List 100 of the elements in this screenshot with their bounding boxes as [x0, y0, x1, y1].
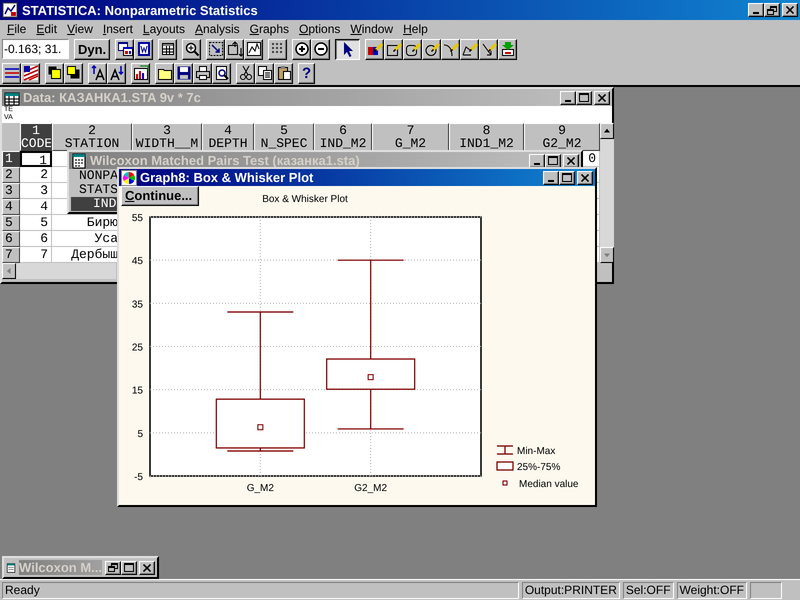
help-button[interactable]: ?: [298, 62, 316, 84]
curve-pencil-icon: [442, 41, 459, 57]
maximize-icon: [548, 156, 558, 165]
column-header[interactable]: 4 DEPTH: [202, 123, 254, 151]
document-icon: [136, 41, 152, 57]
table-cell: 4: [20, 199, 52, 215]
restore-icon: [767, 6, 777, 14]
menu-item[interactable]: Window: [345, 22, 398, 36]
column-header[interactable]: 2 STATION: [52, 123, 132, 151]
vertical-scrollbar[interactable]: [600, 123, 614, 263]
status-text: Weight:OFF: [676, 582, 747, 598]
close-icon: [143, 564, 151, 572]
row-header[interactable]: 4: [2, 199, 20, 215]
download-box-icon: [500, 41, 516, 57]
max-button[interactable]: [121, 560, 137, 574]
row-header[interactable]: 5: [2, 215, 20, 231]
minimize-icon: [565, 100, 571, 102]
coordinates-field[interactable]: -0.163; 31.: [2, 39, 69, 59]
chart-icon: [132, 65, 148, 81]
column-header[interactable]: 6 IND_M2: [314, 123, 372, 151]
scroll-left-button[interactable]: [2, 263, 16, 279]
close-button[interactable]: [577, 170, 593, 184]
maximize-icon: [124, 563, 134, 572]
median-marker: [368, 374, 374, 380]
column-header[interactable]: 3 WIDTH__M: [132, 123, 202, 151]
close-icon: [567, 156, 575, 164]
copy-icon: [256, 65, 272, 81]
status-text: Output:PRINTER: [522, 582, 620, 598]
menu-item[interactable]: File: [2, 22, 32, 36]
row-header[interactable]: 2: [2, 167, 20, 183]
median-marker: [257, 424, 264, 430]
column-header[interactable]: 9 G2_M2: [524, 123, 600, 151]
row-header[interactable]: 1: [2, 151, 20, 167]
maximize-icon: [562, 173, 572, 182]
label-pencil-icon: [366, 41, 383, 57]
list-item[interactable]: IND: [71, 197, 118, 211]
row-header[interactable]: 6: [2, 231, 20, 247]
close-button[interactable]: [139, 560, 155, 574]
category-label: G2_M2: [354, 483, 388, 494]
column-header[interactable]: 5 N_SPEC: [254, 123, 314, 151]
list-item[interactable]: NONPA: [71, 169, 118, 183]
scroll-up-button[interactable]: [600, 123, 614, 139]
restore-button[interactable]: [764, 3, 780, 17]
printer-icon: [194, 65, 210, 81]
save-icon: [176, 65, 192, 81]
min-button[interactable]: [543, 170, 559, 184]
toolbar-button[interactable]: Dyn.: [74, 38, 110, 60]
menu-item[interactable]: Analysis: [190, 22, 245, 36]
legend-label: Median value: [519, 479, 578, 490]
legend-label: Min-Max: [517, 446, 556, 457]
maximize-icon: [579, 93, 589, 102]
legend-label: 25%-75%: [517, 462, 560, 473]
menu-item[interactable]: Options: [294, 22, 346, 36]
window-title: Wilcoxon Matched Pairs Test (казанка1.sta): [90, 153, 360, 168]
median-legend-icon: [502, 480, 508, 486]
rectangle-pencil-icon: [386, 41, 402, 57]
minimize-icon: [534, 162, 540, 164]
zoom-region-icon: [208, 41, 224, 57]
windows-icon: [116, 41, 133, 57]
menu-item[interactable]: Layouts: [138, 22, 190, 36]
text-size-down-icon: [108, 65, 124, 81]
toolbar-button[interactable]: [335, 38, 360, 60]
continue-button[interactable]: Continue...: [121, 186, 199, 206]
zoom-out-icon: [312, 41, 329, 57]
close-button[interactable]: [782, 3, 798, 17]
clipboard-icon: [276, 65, 292, 81]
table-cell: 5: [20, 215, 52, 231]
page-magnifier-icon: [214, 65, 230, 81]
list-item[interactable]: STATS: [71, 183, 118, 197]
menu-item[interactable]: Insert: [98, 22, 138, 36]
table-cell: 1: [20, 151, 52, 167]
rounded-rectangle-pencil-icon: [404, 41, 421, 57]
horizontal-scrollbar[interactable]: [2, 263, 116, 279]
menu-item[interactable]: Help: [398, 22, 433, 36]
axis-tick-label: -5: [134, 472, 143, 483]
window-title: Data: КАЗАНКА1.STA 9v * 7c: [23, 90, 201, 105]
calculator-icon: [71, 152, 87, 168]
whisker-legend-icon: [496, 445, 514, 455]
column-header[interactable]: 8 IND1_M2: [449, 123, 524, 151]
menu-item[interactable]: Graphs: [244, 22, 294, 36]
scroll-down-button[interactable]: [600, 247, 614, 263]
menu-item[interactable]: Edit: [31, 22, 62, 36]
restore-button[interactable]: [105, 560, 121, 574]
row-header[interactable]: 7: [2, 247, 20, 263]
scissors-icon: [238, 65, 254, 81]
zoom-in-icon: [294, 41, 310, 57]
min-button[interactable]: [748, 3, 764, 17]
status-panel: [750, 582, 782, 598]
box-legend-icon: [496, 461, 514, 471]
axis-tick-label: 25: [132, 342, 143, 354]
status-text: Ready: [2, 582, 519, 598]
axis-tick-label: 45: [132, 256, 143, 268]
table-cell: 3: [20, 183, 52, 199]
window-title: Wilcoxon M...: [19, 560, 102, 575]
column-header[interactable]: 7 G_M2: [372, 123, 449, 151]
arrow-pencil-icon: [480, 41, 497, 57]
menu-item[interactable]: View: [62, 22, 98, 36]
row-header[interactable]: 3: [2, 183, 20, 199]
max-button[interactable]: [559, 170, 575, 184]
bring-to-front-icon: [46, 65, 62, 81]
